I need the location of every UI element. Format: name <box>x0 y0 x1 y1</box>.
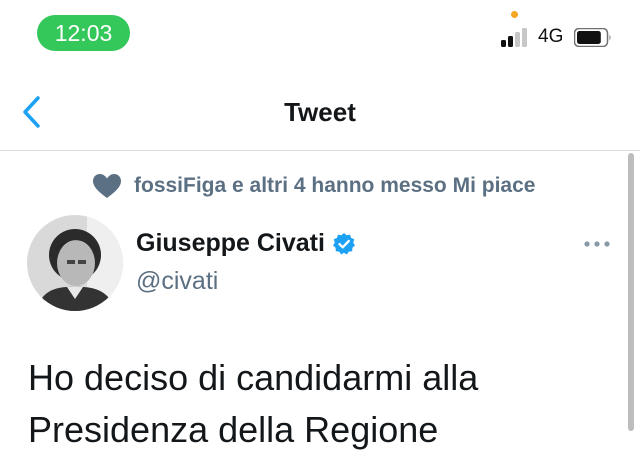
signal-bar <box>501 40 506 47</box>
page-title: Tweet <box>284 97 356 127</box>
social-context-text: fossiFiga e altri 4 hanno messo Mi piace <box>134 174 536 197</box>
social-context[interactable]: fossiFiga e altri 4 hanno messo Mi piace <box>92 172 535 200</box>
privacy-indicator-dot <box>511 11 518 18</box>
network-type: 4G <box>538 26 564 47</box>
signal-bar <box>522 28 527 47</box>
status-bar: 12:03 4G <box>0 0 640 72</box>
author-name-row[interactable]: Giuseppe Civati <box>136 229 356 258</box>
avatar[interactable] <box>27 215 123 311</box>
author-name: Giuseppe Civati <box>136 229 325 257</box>
battery-icon <box>574 28 611 47</box>
author-handle[interactable]: @civati <box>136 267 218 296</box>
status-time: 12:03 <box>37 15 130 51</box>
cellular-signal-icon <box>501 27 533 47</box>
navigation-bar: Tweet <box>0 72 640 151</box>
scrollbar[interactable] <box>628 153 634 431</box>
tweet-text: Ho deciso di candidarmi alla Presidenza … <box>28 357 479 450</box>
signal-bar <box>515 32 520 47</box>
signal-bar <box>508 36 513 47</box>
more-options-icon[interactable] <box>583 236 611 252</box>
heart-icon <box>93 174 121 198</box>
verified-badge-icon <box>332 232 355 254</box>
